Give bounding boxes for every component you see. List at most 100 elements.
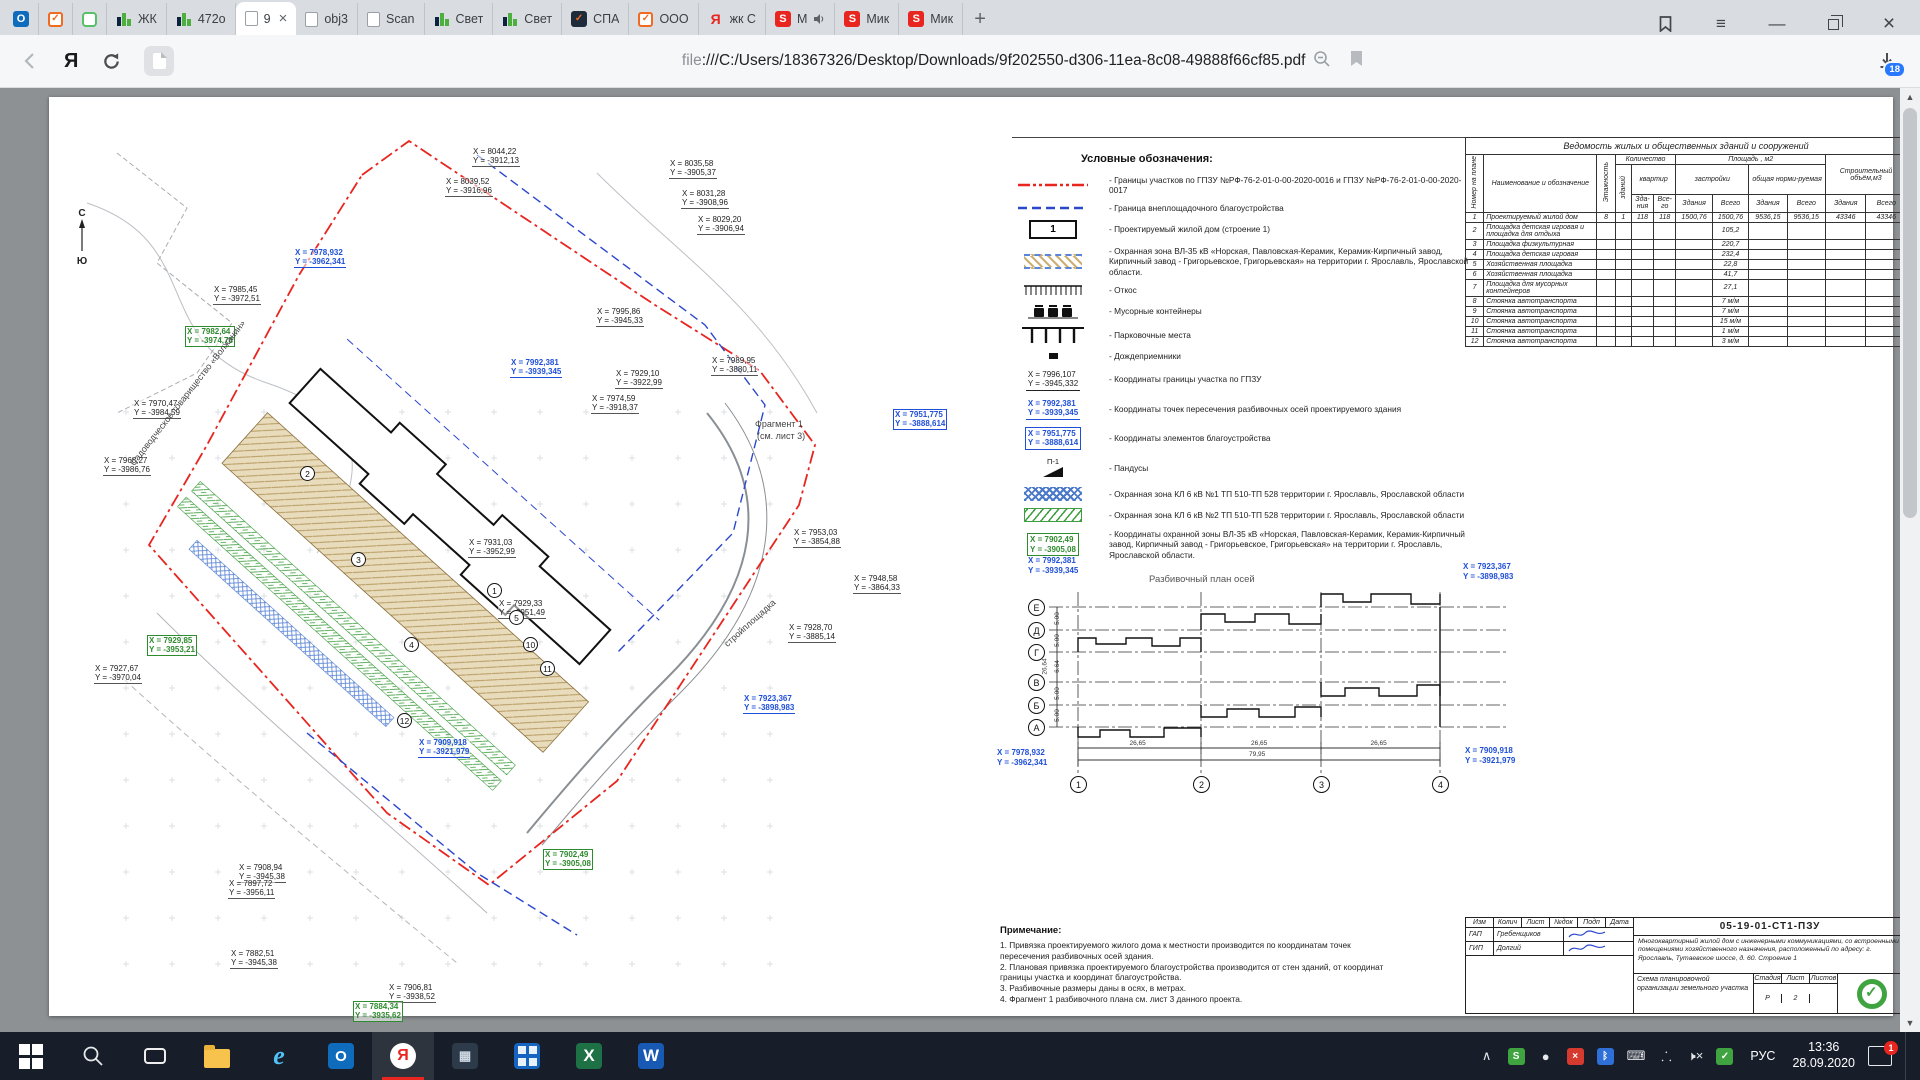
- browser-tab[interactable]: Свет: [493, 3, 562, 35]
- document-icon: [367, 12, 380, 27]
- url-text[interactable]: file:///C:/Users/18367326/Desktop/Downlo…: [682, 52, 1306, 70]
- tab-title: М: [797, 12, 807, 26]
- tab-close-icon[interactable]: ×: [279, 11, 288, 26]
- browser-tab[interactable]: Свет: [425, 3, 494, 35]
- taskbar-app-excel[interactable]: X: [558, 1032, 620, 1080]
- close-button[interactable]: ×: [1878, 13, 1900, 35]
- taskbar-app-outlook[interactable]: O: [310, 1032, 372, 1080]
- tab-title: Свет: [456, 12, 484, 26]
- plan-position-number: 11: [540, 661, 555, 676]
- legend-item-text: - Дождеприемники: [1109, 351, 1181, 361]
- hidden-icons-chevron[interactable]: ∧: [1479, 1046, 1495, 1066]
- browser-tab[interactable]: 9×: [236, 2, 297, 35]
- bookmark-icon[interactable]: [1349, 50, 1364, 72]
- language-indicator[interactable]: РУС: [1746, 1049, 1779, 1063]
- scroll-down-icon[interactable]: ▼: [1900, 1014, 1920, 1032]
- back-icon[interactable]: [18, 48, 44, 74]
- browser-tab[interactable]: [73, 3, 107, 35]
- table-row: 2Площадка детская игровая и площадка для…: [1466, 222, 1907, 239]
- taskbar-app-start[interactable]: [0, 1032, 62, 1080]
- taskbar-app-tiles[interactable]: [496, 1032, 558, 1080]
- coordinate-label: X = 7928,70Y = -3885,14: [788, 623, 836, 643]
- new-tab-button[interactable]: +: [963, 3, 997, 35]
- taskbar-app-folder[interactable]: [186, 1032, 248, 1080]
- legend-item: П-1- Пандусы: [1009, 457, 1469, 480]
- network-icon[interactable]: ⸫: [1658, 1046, 1674, 1066]
- restore-button[interactable]: [1822, 13, 1844, 35]
- tab-audio-icon[interactable]: [813, 13, 825, 25]
- browser-tab[interactable]: SМик: [899, 3, 963, 35]
- taskbar-app-word[interactable]: W: [620, 1032, 682, 1080]
- document-icon: [245, 11, 258, 26]
- notification-center-icon[interactable]: 1: [1868, 1046, 1892, 1066]
- scroll-up-icon[interactable]: ▲: [1900, 88, 1920, 106]
- taskbar-app-calc[interactable]: ▦: [434, 1032, 496, 1080]
- coordinate-label: X = 7995,86Y = -3945,33: [596, 307, 644, 327]
- scrollbar-thumb[interactable]: [1903, 108, 1917, 518]
- site-plan-drawing: С Ю X = 8044,22Y = -3912,13X = 8039,52Y …: [57, 113, 1012, 1013]
- browser-tab[interactable]: ✓ООО: [629, 3, 698, 35]
- zoom-out-icon[interactable]: [1313, 50, 1331, 73]
- coordinate-label: X = 7948,58Y = -3864,33: [853, 574, 901, 594]
- browser-tab[interactable]: ✓: [39, 3, 73, 35]
- antivirus-icon[interactable]: S: [1508, 1048, 1525, 1065]
- sber-tray-icon[interactable]: ✓: [1716, 1048, 1733, 1065]
- axis-label: 1: [1070, 776, 1087, 793]
- axis-label: 4: [1432, 776, 1449, 793]
- browser-tab[interactable]: Яжк С: [699, 3, 766, 35]
- axis-dimension-total: 26,64: [1042, 658, 1049, 674]
- sberbank-logo: [1857, 979, 1887, 1009]
- menu-icon[interactable]: ≡: [1710, 13, 1732, 35]
- coordinate-symbol: X = 7996,107Y = -3945,332: [1026, 369, 1080, 391]
- title-block-column: Изм: [1466, 918, 1494, 927]
- legend-item: X = 7996,107Y = -3945,332- Координаты гр…: [1009, 369, 1469, 391]
- red-app-icon[interactable]: ×: [1567, 1048, 1584, 1065]
- taskbar-app-ie[interactable]: e: [248, 1032, 310, 1080]
- browser-tab[interactable]: ✓СПА: [562, 3, 629, 35]
- axis-dimension: 5.00: [1054, 687, 1061, 700]
- legend-item-text: - Координаты точек пересечения разбивочн…: [1109, 404, 1401, 414]
- collections-flag-icon[interactable]: [1654, 13, 1676, 35]
- site-plan-linework: [57, 113, 1012, 1013]
- legend-item-text: - Парковочные места: [1109, 330, 1191, 340]
- document-icon: [305, 12, 318, 27]
- coordinate-symbol: X = 7992,381Y = -3939,345: [1026, 398, 1080, 420]
- yandex-logo[interactable]: Я: [64, 50, 78, 73]
- vertical-scrollbar[interactable]: ▲ ▼: [1900, 88, 1920, 1032]
- reload-icon[interactable]: [98, 48, 124, 74]
- coordinate-label: X = 7978,932Y = -3962,341: [294, 248, 346, 268]
- page-icon[interactable]: [144, 46, 174, 76]
- volume-muted-icon[interactable]: 🕨×: [1687, 1046, 1703, 1066]
- browser-tab[interactable]: ЖК: [107, 3, 167, 35]
- taskbar-app-yandex[interactable]: Я: [372, 1032, 434, 1080]
- browser-tab[interactable]: 472о: [167, 3, 236, 35]
- keyboard-icon[interactable]: ⌨: [1627, 1046, 1646, 1066]
- taskbar-app-search[interactable]: [62, 1032, 124, 1080]
- downloads-icon[interactable]: 18: [1872, 46, 1902, 76]
- bluetooth-icon[interactable]: ᛒ: [1597, 1048, 1614, 1065]
- legend-item: X = 7951,775Y = -3888,614- Координаты эл…: [1009, 427, 1469, 450]
- coordinate-label: X = 7882,51Y = -3945,38: [230, 949, 278, 969]
- notification-badge: 1: [1884, 1041, 1898, 1055]
- coordinate-label: X = 7992,381Y = -3939,345: [510, 358, 562, 378]
- show-desktop-button[interactable]: [1905, 1032, 1912, 1080]
- browser-tab[interactable]: SМик: [835, 3, 899, 35]
- plan-position-number: 5: [509, 610, 524, 625]
- browser-tab[interactable]: Scan: [358, 3, 425, 35]
- browser-tab[interactable]: O: [4, 3, 39, 35]
- coordinate-label: X = 7927,67Y = -3970,04: [94, 664, 142, 684]
- plan-position-number: 1: [487, 583, 502, 598]
- minimize-button[interactable]: —: [1766, 13, 1788, 35]
- sber-icon: S: [844, 11, 860, 27]
- app-circle-icon[interactable]: ●: [1538, 1046, 1554, 1066]
- taskbar-clock[interactable]: 13:36 28.09.2020: [1792, 1040, 1855, 1071]
- note-line: 4. Фрагмент 1 разбивочного плана см. лис…: [1000, 994, 1402, 1005]
- tab-title: obj3: [324, 12, 348, 26]
- tab-title: ЖК: [138, 12, 157, 26]
- taskbar-app-taskview[interactable]: [124, 1032, 186, 1080]
- notes: Примечание: 1. Привязка проектируемого ж…: [1000, 925, 1402, 1005]
- legend-item: - Парковочные места: [1009, 326, 1469, 344]
- browser-tab[interactable]: obj3: [296, 3, 358, 35]
- coordinate-label: X = 7909,918Y = -3921,979: [418, 738, 470, 758]
- browser-tab[interactable]: SМ: [766, 3, 835, 35]
